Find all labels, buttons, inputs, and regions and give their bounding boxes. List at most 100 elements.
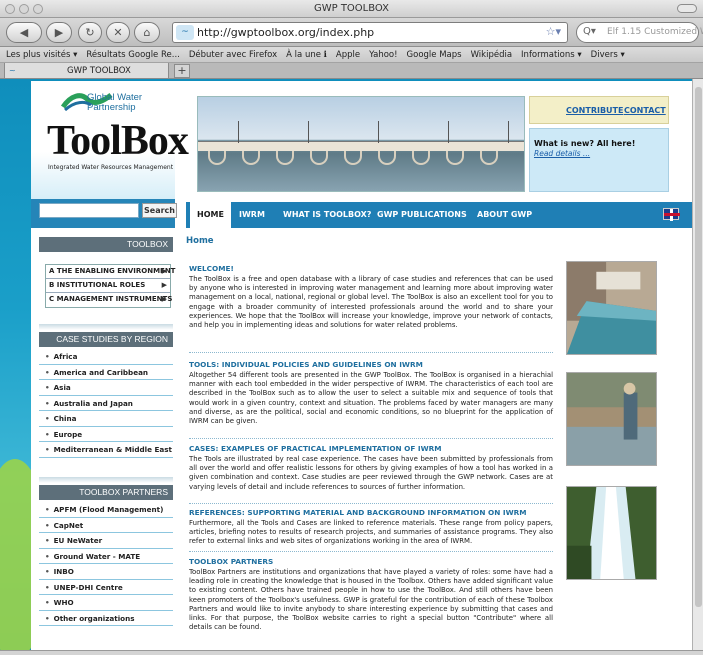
bridge-arch	[412, 151, 430, 165]
tab-title: GWP TOOLBOX	[67, 66, 131, 76]
page-scrollbar[interactable]	[692, 79, 703, 650]
region-item[interactable]: • Mediterranean & Middle East	[39, 442, 173, 458]
nav-about-gwp[interactable]: ABOUT GWP	[470, 202, 539, 228]
bullet-icon: •	[45, 505, 50, 514]
dam-photo	[566, 261, 657, 355]
web-page: Global Water Partnership ToolBox Integra…	[0, 79, 703, 650]
contact-link[interactable]: CONTACT	[624, 106, 666, 115]
partner-item[interactable]: • Ground Water - MATE	[39, 549, 173, 564]
region-item[interactable]: • America and Caribbean	[39, 365, 173, 380]
section-divider	[189, 503, 553, 504]
partner-item-label: UNEP-DHI Centre	[53, 582, 123, 592]
site-logo[interactable]: Global Water Partnership ToolBox Integra…	[31, 81, 189, 199]
partner-item-label: Ground Water - MATE	[53, 551, 141, 561]
nav-toolbar: ◀ ▶ ↻ ✕ ⌂ ~ http://gwptoolbox.org/index.…	[0, 18, 703, 47]
section-divider	[189, 551, 553, 552]
nav-gwp-publications[interactable]: GWP PUBLICATIONS	[370, 202, 474, 228]
toolbar-toggle-icon[interactable]	[677, 4, 697, 13]
partner-item[interactable]: • WHO	[39, 595, 173, 611]
bookmark-item[interactable]: Résultats Google Re...	[86, 50, 179, 60]
bullet-icon: •	[45, 429, 50, 439]
bookmark-item[interactable]: Divers ▾	[591, 50, 625, 60]
region-item[interactable]: • Africa	[39, 349, 173, 365]
bridge-deck	[198, 142, 524, 151]
partner-item[interactable]: • INBO	[39, 564, 173, 580]
region-item[interactable]: • Australia and Japan	[39, 396, 173, 411]
site-search-input[interactable]	[39, 203, 139, 218]
bookmark-item[interactable]: Google Maps	[407, 50, 462, 60]
bookmark-item[interactable]: Les plus visités ▾	[6, 50, 77, 60]
toolbox-item-a[interactable]: A THE ENABLING ENVIRONMENT ▶	[46, 265, 175, 279]
search-bar[interactable]: Q▾ Elf 1.15 Customized W	[576, 22, 703, 43]
uk-flag-icon[interactable]	[663, 208, 680, 221]
partner-item[interactable]: • UNEP-DHI Centre	[39, 580, 173, 595]
toolbox-item-label: B INSTITUTIONAL ROLES	[49, 281, 146, 289]
bullet-icon: •	[45, 414, 50, 423]
partner-item[interactable]: • EU NeWater	[39, 533, 173, 549]
main-nav: HOME IWRM WHAT IS TOOLBOX? GWP PUBLICATI…	[186, 202, 693, 228]
nav-home[interactable]: HOME	[190, 202, 231, 228]
bridge-arch	[480, 151, 498, 165]
section-body: Altogether 54 different tools are presen…	[189, 371, 553, 426]
search-engine-icon[interactable]: Q▾	[583, 26, 596, 37]
nav-iwrm[interactable]: IWRM	[232, 202, 272, 228]
bookmark-item[interactable]: Apple	[336, 50, 360, 60]
toolbox-item-b[interactable]: B INSTITUTIONAL ROLES ▶	[46, 279, 170, 293]
section-divider	[189, 438, 553, 439]
bullet-icon: •	[45, 520, 50, 530]
partners-list: • APFM (Flood Management) • CapNet • EU NeWat…	[39, 502, 173, 626]
lamp-post	[308, 121, 309, 143]
section-title: TOOLBOX PARTNERS	[189, 557, 274, 566]
bullet-icon: •	[45, 536, 50, 545]
reload-button[interactable]: ↻	[78, 22, 102, 43]
url-text[interactable]: http://gwptoolbox.org/index.php	[197, 26, 374, 39]
bookmark-item[interactable]: Débuter avec Firefox	[189, 50, 277, 60]
site-search-button[interactable]: Search	[142, 203, 177, 218]
reload-icon: ↻	[85, 26, 95, 39]
bookmark-item[interactable]: Wikipédia	[471, 50, 512, 60]
home-button[interactable]: ⌂	[134, 22, 160, 43]
bookmark-item[interactable]: À la une ℹ	[286, 50, 327, 60]
partner-item[interactable]: • Other organizations	[39, 611, 173, 626]
bullet-icon: •	[45, 445, 50, 454]
partner-item-label: Other organizations	[53, 613, 135, 623]
tab-favicon: ~	[9, 66, 16, 75]
region-item-label: Asia	[53, 383, 71, 392]
partner-item[interactable]: • APFM (Flood Management)	[39, 502, 173, 518]
tab-bar: ~ GWP TOOLBOX +	[0, 63, 703, 79]
contribute-link[interactable]: CONTRIBUTE	[566, 106, 623, 115]
logo-subtitle: Integrated Water Resources Management	[48, 164, 174, 171]
bridge-arch	[208, 151, 226, 165]
breadcrumb[interactable]: Home	[186, 236, 214, 246]
search-bar-placeholder: Elf 1.15 Customized W	[607, 27, 703, 37]
bookmark-item[interactable]: Informations ▾	[521, 50, 582, 60]
region-item[interactable]: • Europe	[39, 427, 173, 442]
region-item-label: China	[53, 414, 77, 423]
region-item[interactable]: • Asia	[39, 380, 173, 396]
bookmark-star-icon[interactable]: ☆▾	[546, 25, 561, 38]
logo-gwp-label: Global Water Partnership	[87, 92, 143, 113]
forward-button[interactable]: ▶	[46, 22, 72, 43]
bullet-icon: •	[45, 398, 50, 408]
scrollbar-thumb[interactable]	[695, 87, 702, 607]
toolbox-heading: TOOLBOX	[39, 237, 173, 252]
whats-new-heading: What is new? All here!	[534, 139, 636, 148]
url-bar[interactable]: ~ http://gwptoolbox.org/index.php ☆▾	[172, 22, 568, 43]
stop-button[interactable]: ✕	[106, 22, 130, 43]
partner-item[interactable]: • CapNet	[39, 518, 173, 533]
section-body: The ToolBox is a free and open database …	[189, 275, 553, 330]
region-item[interactable]: • China	[39, 411, 173, 427]
new-tab-button[interactable]: +	[174, 64, 190, 78]
partner-item-label: APFM (Flood Management)	[53, 505, 164, 514]
read-details-link[interactable]: Read details ...	[534, 149, 590, 158]
bridge-arch	[344, 151, 362, 165]
back-button[interactable]: ◀	[6, 22, 42, 43]
section-title: CASES: EXAMPLES OF PRACTICAL IMPLEMENTAT…	[189, 444, 442, 453]
section-title: REFERENCES: SUPPORTING MATERIAL AND BACK…	[189, 508, 527, 517]
bookmark-item[interactable]: Yahoo!	[369, 50, 397, 60]
bullet-icon: •	[45, 383, 50, 392]
nav-what-is-toolbox[interactable]: WHAT IS TOOLBOX?	[276, 202, 378, 228]
toolbox-item-c[interactable]: C MANAGEMENT INSTRUMENTS ▶	[46, 293, 172, 307]
back-icon: ◀	[19, 26, 29, 39]
tab-gwp-toolbox[interactable]: ~ GWP TOOLBOX	[4, 63, 169, 79]
